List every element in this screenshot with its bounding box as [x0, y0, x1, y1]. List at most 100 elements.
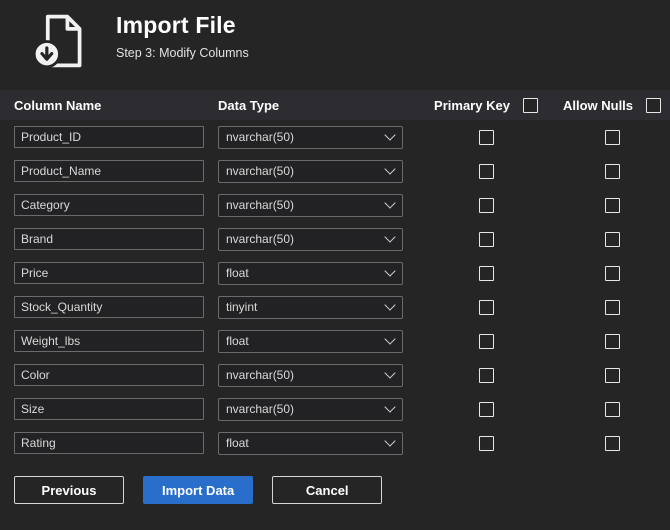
primary-key-cell [418, 231, 554, 247]
allow-nulls-cell [554, 197, 670, 213]
column-name-cell [14, 228, 218, 250]
column-name-cell [14, 160, 218, 182]
allow-nulls-checkbox[interactable] [604, 163, 620, 179]
allow-nulls-checkbox[interactable] [604, 197, 620, 213]
column-name-cell [14, 330, 218, 352]
column-name-cell [14, 194, 218, 216]
allow-nulls-cell [554, 129, 670, 145]
data-type-cell: nvarchar(50) [218, 363, 418, 387]
allow-nulls-cell [554, 367, 670, 383]
data-type-dropdown[interactable]: nvarchar(50) [218, 159, 403, 183]
import-file-document-download-icon [28, 12, 90, 70]
data-type-value: float [226, 266, 249, 280]
column-name-input[interactable] [14, 262, 204, 284]
column-name-input[interactable] [14, 228, 204, 250]
allow-nulls-cell [554, 231, 670, 247]
data-type-value: float [226, 334, 249, 348]
allow-nulls-checkbox[interactable] [604, 435, 620, 451]
allow-nulls-select-all-checkbox[interactable] [646, 97, 662, 113]
column-name-header: Column Name [14, 97, 102, 113]
data-type-dropdown[interactable]: float [218, 431, 403, 455]
allow-nulls-checkbox[interactable] [604, 231, 620, 247]
primary-key-checkbox[interactable] [478, 129, 494, 145]
chevron-down-icon [384, 435, 396, 447]
chevron-down-icon [384, 265, 396, 277]
data-type-value: nvarchar(50) [226, 232, 295, 246]
primary-key-select-all-checkbox[interactable] [522, 97, 538, 113]
primary-key-checkbox[interactable] [478, 367, 494, 383]
data-type-value: nvarchar(50) [226, 164, 295, 178]
primary-key-checkbox[interactable] [478, 401, 494, 417]
cancel-button[interactable]: Cancel [272, 476, 383, 504]
data-type-header: Data Type [218, 97, 280, 113]
chevron-down-icon [384, 129, 396, 141]
data-type-dropdown[interactable]: nvarchar(50) [218, 125, 403, 149]
table-row: nvarchar(50) [0, 154, 670, 188]
data-type-cell: nvarchar(50) [218, 227, 418, 251]
data-type-dropdown[interactable]: float [218, 261, 403, 285]
import-file-dialog: Import File Step 3: Modify Columns Colum… [0, 0, 670, 530]
table-row: float [0, 426, 670, 460]
data-type-cell: float [218, 261, 418, 285]
allow-nulls-header-cell: Allow Nulls [554, 97, 670, 113]
primary-key-cell [418, 197, 554, 213]
primary-key-checkbox[interactable] [478, 299, 494, 315]
previous-button[interactable]: Previous [14, 476, 124, 504]
table-row: nvarchar(50) [0, 392, 670, 426]
data-type-dropdown[interactable]: float [218, 329, 403, 353]
primary-key-checkbox[interactable] [478, 163, 494, 179]
primary-key-cell [418, 367, 554, 383]
column-name-input[interactable] [14, 398, 204, 420]
column-name-input[interactable] [14, 364, 204, 386]
table-row: nvarchar(50) [0, 188, 670, 222]
primary-key-checkbox[interactable] [478, 435, 494, 451]
data-type-value: nvarchar(50) [226, 368, 295, 382]
column-name-input[interactable] [14, 330, 204, 352]
primary-key-checkbox[interactable] [478, 231, 494, 247]
data-type-cell: nvarchar(50) [218, 159, 418, 183]
data-type-value: float [226, 436, 249, 450]
column-name-input[interactable] [14, 126, 204, 148]
allow-nulls-checkbox[interactable] [604, 299, 620, 315]
data-type-dropdown[interactable]: nvarchar(50) [218, 193, 403, 217]
primary-key-checkbox[interactable] [478, 265, 494, 281]
chevron-down-icon [384, 231, 396, 243]
primary-key-header-cell: Primary Key [418, 97, 554, 113]
chevron-down-icon [384, 197, 396, 209]
data-type-cell: nvarchar(50) [218, 193, 418, 217]
column-name-input[interactable] [14, 160, 204, 182]
column-name-cell [14, 296, 218, 318]
column-name-cell [14, 432, 218, 454]
column-name-cell [14, 364, 218, 386]
allow-nulls-header: Allow Nulls [562, 97, 634, 113]
allow-nulls-checkbox[interactable] [604, 367, 620, 383]
chevron-down-icon [384, 367, 396, 379]
table-row: float [0, 324, 670, 358]
allow-nulls-checkbox[interactable] [604, 333, 620, 349]
allow-nulls-checkbox[interactable] [604, 265, 620, 281]
column-name-input[interactable] [14, 296, 204, 318]
table-body: nvarchar(50) nvarchar(50) [0, 120, 670, 460]
page-title: Import File [116, 12, 236, 38]
primary-key-cell [418, 333, 554, 349]
data-type-cell: tinyint [218, 295, 418, 319]
allow-nulls-cell [554, 333, 670, 349]
table-row: float [0, 256, 670, 290]
data-type-dropdown[interactable]: tinyint [218, 295, 403, 319]
data-type-dropdown[interactable]: nvarchar(50) [218, 397, 403, 421]
data-type-dropdown[interactable]: nvarchar(50) [218, 227, 403, 251]
primary-key-checkbox[interactable] [478, 197, 494, 213]
primary-key-checkbox[interactable] [478, 333, 494, 349]
primary-key-cell [418, 299, 554, 315]
dialog-header: Import File Step 3: Modify Columns [0, 0, 670, 90]
column-name-input[interactable] [14, 194, 204, 216]
data-type-dropdown[interactable]: nvarchar(50) [218, 363, 403, 387]
allow-nulls-checkbox[interactable] [604, 401, 620, 417]
chevron-down-icon [384, 299, 396, 311]
allow-nulls-checkbox[interactable] [604, 129, 620, 145]
allow-nulls-cell [554, 265, 670, 281]
import-data-button[interactable]: Import Data [143, 476, 254, 504]
primary-key-cell [418, 163, 554, 179]
column-name-input[interactable] [14, 432, 204, 454]
chevron-down-icon [384, 401, 396, 413]
